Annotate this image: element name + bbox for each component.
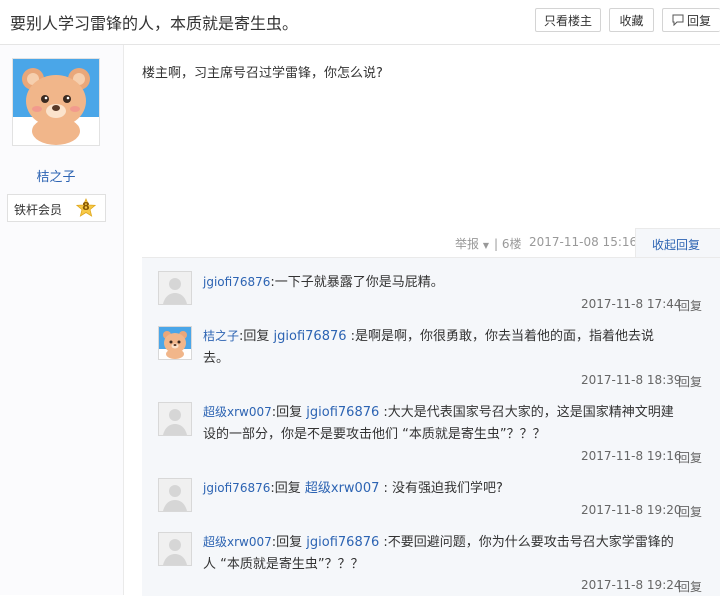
chevron-down-icon: ▼ <box>482 241 489 250</box>
comment-reply-link[interactable]: 回复 <box>678 297 702 314</box>
post-content: 楼主啊，习主席号召过学雷锋，你怎么说? <box>142 66 383 81</box>
comment-avatar[interactable] <box>158 326 192 360</box>
author-avatar[interactable] <box>12 58 100 146</box>
comment-reply-prefix: :回复 <box>239 329 270 344</box>
comment-body: :不要回避问题，你为什么要攻击号召大家学雷锋的 <box>383 535 674 550</box>
comment-reply-prefix: :回复 <box>271 535 303 550</box>
comment-reply-target[interactable]: jgiofi76876 <box>306 405 379 420</box>
comment-reply-link[interactable]: 回复 <box>678 449 702 466</box>
comment-avatar[interactable] <box>158 402 192 436</box>
default-user-icon <box>159 403 191 435</box>
author-name[interactable]: 桔之子 <box>0 166 112 185</box>
only-op-button[interactable]: 只看楼主 <box>535 8 601 32</box>
comment-body-cont: 设的一部分，你是不是要攻击他们 “本质就是寄生虫”？？？ <box>203 427 546 442</box>
level-number: 8 <box>82 200 90 213</box>
reply-button-label: 回复 <box>686 14 711 28</box>
member-badge[interactable]: 铁杆会员 8 <box>7 194 106 222</box>
comment-reply-link[interactable]: 回复 <box>678 503 702 520</box>
comment-text: jgiofi76876:一下子就暴露了你是马屁精。 <box>203 271 703 294</box>
comment-time: 2017-11-8 19:20 <box>581 503 682 517</box>
comment-reply-target[interactable]: 超级xrw007 <box>305 481 379 496</box>
comment-text: 桔之子:回复 jgiofi76876 :是啊是啊，你很勇敢，你去当着他的面，指着… <box>203 325 703 370</box>
comment-time: 2017-11-8 17:44 <box>581 297 682 311</box>
comment-user[interactable]: 超级xrw007 <box>203 535 272 549</box>
comment-reply-target[interactable]: jgiofi76876 <box>306 535 379 550</box>
comment-avatar[interactable] <box>158 478 192 512</box>
comment-user[interactable]: 超级xrw007 <box>203 405 272 419</box>
comment-body-cont: 人 “本质就是寄生虫”？？？ <box>203 557 364 572</box>
default-user-icon <box>159 272 191 304</box>
collapse-replies-tab[interactable]: 收起回复 <box>635 228 720 258</box>
comment-body: :大大是代表国家号召大家的，这是国家精神文明建 <box>383 405 674 420</box>
comment-user[interactable]: jgiofi76876 <box>203 275 270 289</box>
comment-body: : 没有强迫我们学吧? <box>383 481 503 496</box>
comment-body: :一下子就暴露了你是马屁精。 <box>270 275 444 290</box>
report-link[interactable]: 举报 ▼ <box>455 235 489 252</box>
comment-user[interactable]: 桔之子 <box>203 329 239 343</box>
member-title: 铁杆会员 <box>14 203 63 217</box>
comment-reply-prefix: :回复 <box>271 405 303 420</box>
default-user-icon <box>159 479 191 511</box>
favorite-button[interactable]: 收藏 <box>609 8 654 32</box>
comment-avatar[interactable] <box>158 532 192 566</box>
comment-icon <box>672 10 684 34</box>
thread-title: 要别人学习雷锋的人，本质就是寄生虫。 <box>10 14 299 33</box>
comment-text: 超级xrw007:回复 jgiofi76876 :大大是代表国家号召大家的，这是… <box>203 401 703 446</box>
report-label: 举报 <box>455 237 480 251</box>
comment-reply-link[interactable]: 回复 <box>678 578 702 595</box>
floor-number: | 6楼 <box>494 237 522 251</box>
comment-text: 超级xrw007:回复 jgiofi76876 :不要回避问题，你为什么要攻击号… <box>203 531 703 576</box>
comment-avatar[interactable] <box>158 271 192 305</box>
default-user-icon <box>159 533 191 565</box>
collapse-replies-label: 收起回复 <box>652 238 701 252</box>
comment-body: :是啊是啊，你很勇敢，你去当着他的面，指着他去说 <box>350 329 655 344</box>
comment-reply-prefix: :回复 <box>270 481 301 496</box>
comment-reply-target[interactable]: jgiofi76876 <box>274 329 347 344</box>
comment-time: 2017-11-8 18:39 <box>581 373 682 387</box>
comment-time: 2017-11-8 19:16 <box>581 449 682 463</box>
comment-body-cont: 去。 <box>203 351 230 366</box>
comment-user[interactable]: jgiofi76876 <box>203 481 270 495</box>
bear-avatar-icon <box>159 327 191 359</box>
thread-header: 要别人学习雷锋的人，本质就是寄生虫。 只看楼主 收藏 回复 <box>0 0 720 45</box>
bear-avatar-icon <box>13 59 99 145</box>
comment-reply-link[interactable]: 回复 <box>678 373 702 390</box>
post-time: 2017-11-08 15:16 <box>529 235 638 249</box>
reply-button[interactable]: 回复 <box>662 8 720 32</box>
comment-text: jgiofi76876:回复 超级xrw007 : 没有强迫我们学吧? <box>203 477 703 500</box>
comment-time: 2017-11-8 19:24 <box>581 578 682 592</box>
